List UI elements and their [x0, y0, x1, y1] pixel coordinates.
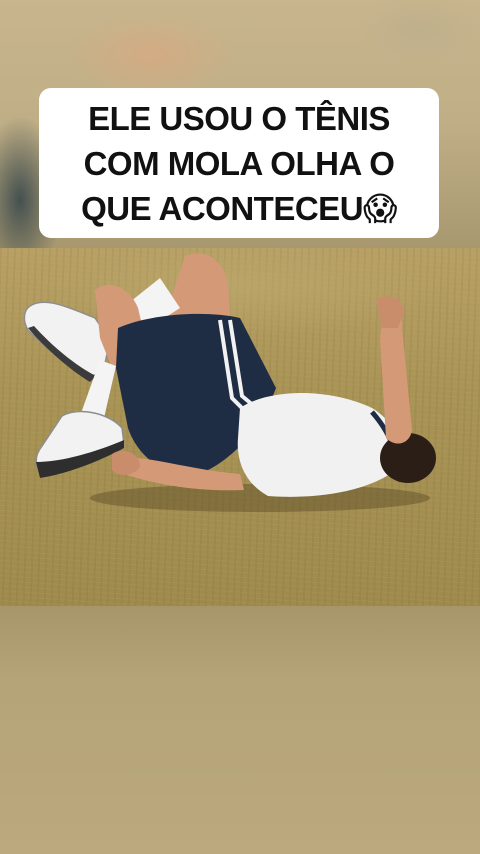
caption-text: ELE USOU O TÊNIS COM MOLA OLHA O QUE ACO…	[81, 99, 397, 227]
video-photo	[0, 248, 480, 606]
blurred-background-bottom	[0, 606, 480, 854]
shirt	[237, 393, 404, 497]
caption-card: ELE USOU O TÊNIS COM MOLA OLHA O QUE ACO…	[39, 88, 439, 238]
video-frame: ELE USOU O TÊNIS COM MOLA OLHA O QUE ACO…	[0, 0, 480, 854]
person-falling-illustration	[23, 253, 436, 512]
hair	[380, 433, 436, 483]
